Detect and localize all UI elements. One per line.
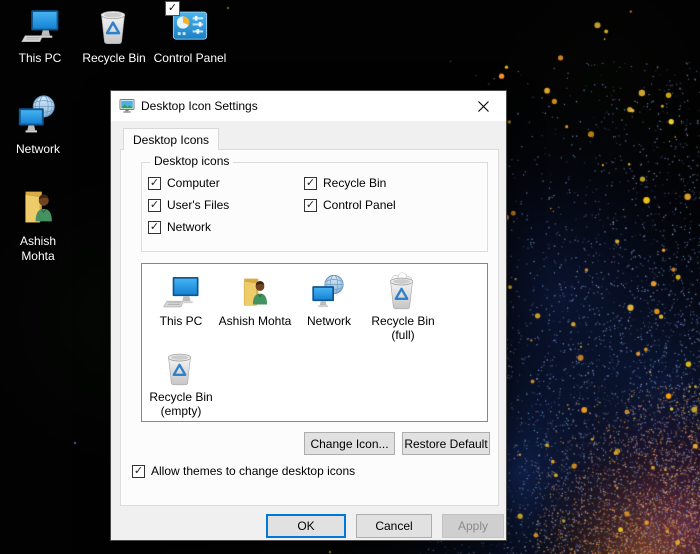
group-label: Desktop icons [150,154,234,168]
desktop-icon-this-pc[interactable]: This PC [4,5,76,66]
control-panel-icon: ✓ [165,1,211,47]
checkbox-computer[interactable]: ✓ Computer [148,175,220,191]
icon-preview-list[interactable]: This PC Ashish Mohta Network Recycle Bin… [141,263,488,422]
check-icon: ✓ [305,177,316,189]
checkbox-box[interactable]: ✓ [304,176,317,190]
tab-desktop-icons[interactable]: Desktop Icons [123,128,220,150]
cancel-label: Cancel [375,519,413,533]
user-folder-icon [235,272,275,312]
close-button[interactable] [461,92,506,121]
preview-item-recycle-bin-full[interactable]: Recycle Bin (full) [366,272,440,342]
network-icon [309,272,349,312]
recycle-bin-empty-icon [161,348,201,388]
checkbox-recycle-bin[interactable]: ✓ Recycle Bin [304,175,386,191]
preview-item-label: This PC [159,314,203,328]
preview-item-ashish-mohta[interactable]: Ashish Mohta [218,272,292,342]
apply-label: Apply [457,519,489,533]
display-settings-icon [119,98,135,114]
recycle-bin-full-icon [383,272,423,312]
checkbox-label: Allow themes to change desktop icons [151,464,356,478]
desktop-icon-label: Recycle Bin [82,51,146,65]
desktop-icon-label: Ashish Mohta [19,234,57,263]
preview-item-label: Recycle Bin (full) [371,314,435,342]
restore-default-button[interactable]: Restore Default [402,432,490,455]
close-icon [478,100,489,112]
user-folder-icon [15,184,61,230]
check-icon: ✓ [305,199,316,211]
network-icon [15,92,61,138]
apply-button[interactable]: Apply [442,514,504,538]
desktop-icon-network[interactable]: Network [2,92,74,157]
desktop-icons-group: Desktop icons ✓ Computer ✓ User's Files … [141,154,488,252]
item-selection-checkbox[interactable]: ✓ [165,1,180,16]
desktop-icon-settings-dialog: Desktop Icon Settings Desktop Icons Desk… [110,90,507,541]
check-icon: ✓ [149,199,160,211]
checkbox-box[interactable]: ✓ [132,464,145,478]
check-icon: ✓ [149,177,160,189]
desktop-icon-control-panel[interactable]: ✓ Control Panel [150,1,230,66]
desktop-icon-label: Control Panel [153,51,227,65]
checkbox-label: Computer [167,176,220,190]
checkbox-allow-themes[interactable]: ✓ Allow themes to change desktop icons [132,463,355,479]
checkbox-control-panel[interactable]: ✓ Control Panel [304,197,396,213]
tab-label: Desktop Icons [133,132,210,147]
dialog-titlebar[interactable]: Desktop Icon Settings [111,91,506,121]
checkbox-label: Control Panel [323,198,396,212]
desktop-icon-ashish-mohta[interactable]: Ashish Mohta [2,184,74,264]
preview-item-network[interactable]: Network [292,272,366,342]
recycle-bin-icon [93,5,135,47]
checkbox-box[interactable]: ✓ [304,198,317,212]
cancel-button[interactable]: Cancel [356,514,432,538]
ok-button[interactable]: OK [266,514,346,538]
ok-label: OK [297,519,315,533]
change-icon-label: Change Icon... [310,436,389,451]
dialog-title: Desktop Icon Settings [141,99,258,113]
preview-item-recycle-bin-empty[interactable]: Recycle Bin (empty) [144,348,218,418]
preview-item-this-pc[interactable]: This PC [144,272,218,342]
check-icon: ✓ [149,221,160,233]
preview-item-label: Recycle Bin (empty) [149,390,213,418]
check-icon: ✓ [133,465,144,477]
checkbox-label: Recycle Bin [323,176,387,190]
checkbox-label: Network [167,220,212,234]
checkbox-box[interactable]: ✓ [148,198,161,212]
checkbox-label: User's Files [167,198,230,212]
desktop-icon-recycle-bin[interactable]: Recycle Bin [78,5,150,66]
checkbox-box[interactable]: ✓ [148,176,161,190]
preview-item-label: Network [306,314,351,328]
tab-page: Desktop icons ✓ Computer ✓ User's Files … [120,149,499,506]
preview-item-label: Ashish Mohta [218,314,292,328]
this-pc-icon [19,5,61,47]
restore-default-label: Restore Default [404,436,488,451]
desktop-icon-label: Network [15,142,60,156]
check-icon: ✓ [167,2,178,14]
desktop-icon-label: This PC [18,51,62,65]
change-icon-button[interactable]: Change Icon... [304,432,395,455]
checkbox-users-files[interactable]: ✓ User's Files [148,197,229,213]
this-pc-icon [161,272,201,312]
checkbox-network[interactable]: ✓ Network [148,219,211,235]
checkbox-box[interactable]: ✓ [148,220,161,234]
